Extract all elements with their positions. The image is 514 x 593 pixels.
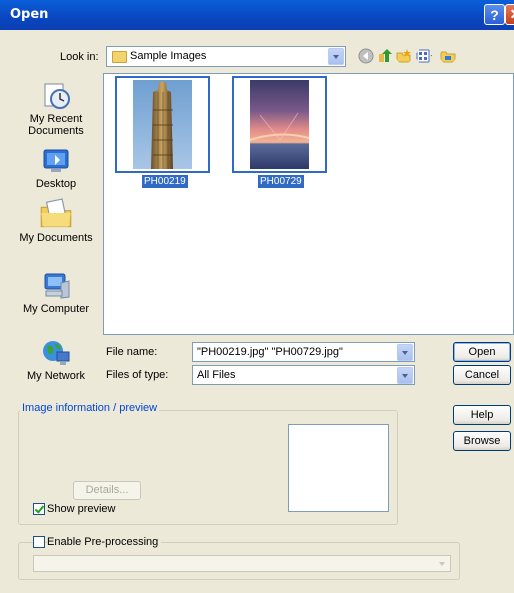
- folder-icon: [112, 51, 127, 63]
- sunset-image: [250, 80, 309, 169]
- files-of-type-value: All Files: [197, 369, 236, 381]
- file-thumbnail-ph00729[interactable]: [232, 76, 327, 173]
- preprocessing-dropdown: [33, 555, 451, 572]
- up-folder-icon[interactable]: [377, 48, 393, 64]
- enable-preprocessing-label[interactable]: Enable Pre-processing: [47, 536, 162, 548]
- details-button[interactable]: Details...: [73, 481, 141, 500]
- files-of-type-dropdown[interactable]: All Files: [192, 365, 415, 385]
- show-preview-checkbox[interactable]: [33, 503, 45, 515]
- file-name-input[interactable]: "PH00219.jpg" "PH00729.jpg": [192, 342, 415, 362]
- places-bar: My Recent Documents Desktop My Documents…: [12, 75, 100, 385]
- building-image: [133, 80, 192, 169]
- open-button[interactable]: Open: [453, 342, 511, 362]
- close-button[interactable]: ✕: [505, 4, 514, 25]
- title-bar: Open ? ✕: [0, 0, 514, 30]
- chevron-down-icon[interactable]: [328, 48, 344, 65]
- tools-folder-icon[interactable]: [440, 48, 456, 64]
- views-menu-icon[interactable]: [416, 48, 432, 64]
- preview-group-title: Image information / preview: [20, 402, 160, 414]
- file-thumbnail-ph00219[interactable]: [115, 76, 210, 173]
- place-label: My Recent Documents: [28, 113, 84, 137]
- help-button[interactable]: Help: [453, 405, 511, 425]
- place-desktop[interactable]: Desktop: [12, 146, 100, 190]
- cancel-button[interactable]: Cancel: [453, 365, 511, 385]
- file-name-label[interactable]: PH00219: [142, 175, 188, 188]
- file-name-label[interactable]: PH00729: [258, 175, 304, 188]
- window-title: Open: [10, 7, 49, 22]
- place-label: Desktop: [35, 178, 77, 190]
- look-in-dropdown[interactable]: Sample Images: [106, 46, 346, 67]
- chevron-down-icon: [436, 558, 448, 569]
- place-my-documents[interactable]: My Documents: [12, 196, 100, 244]
- place-label: My Network: [26, 370, 86, 382]
- back-icon[interactable]: [358, 48, 374, 64]
- preview-pane: [288, 424, 389, 512]
- file-name-value: "PH00219.jpg" "PH00729.jpg": [197, 346, 343, 358]
- desktop-icon: [43, 149, 69, 172]
- file-list[interactable]: PH00219 PH00729: [103, 73, 514, 335]
- file-name-label: File name:: [106, 346, 158, 358]
- place-my-computer[interactable]: My Computer: [12, 271, 100, 315]
- help-title-button[interactable]: ?: [484, 4, 505, 25]
- place-recent-documents[interactable]: My Recent Documents: [12, 81, 100, 137]
- chevron-down-icon[interactable]: [397, 367, 413, 384]
- look-in-label: Look in:: [60, 51, 99, 63]
- chevron-down-icon[interactable]: [397, 344, 413, 361]
- my-computer-icon: [44, 273, 70, 299]
- place-label: My Computer: [22, 303, 90, 315]
- my-documents-icon: [40, 198, 72, 228]
- browse-button[interactable]: Browse: [453, 431, 511, 451]
- recent-documents-icon: [44, 83, 70, 109]
- my-network-icon: [43, 341, 70, 365]
- files-of-type-label: Files of type:: [106, 369, 169, 381]
- place-my-network[interactable]: My Network: [12, 338, 100, 382]
- show-preview-label[interactable]: Show preview: [47, 503, 115, 515]
- look-in-value: Sample Images: [130, 50, 207, 62]
- new-folder-icon[interactable]: [396, 48, 412, 64]
- enable-preprocessing-checkbox[interactable]: [33, 536, 45, 548]
- place-label: My Documents: [19, 232, 93, 244]
